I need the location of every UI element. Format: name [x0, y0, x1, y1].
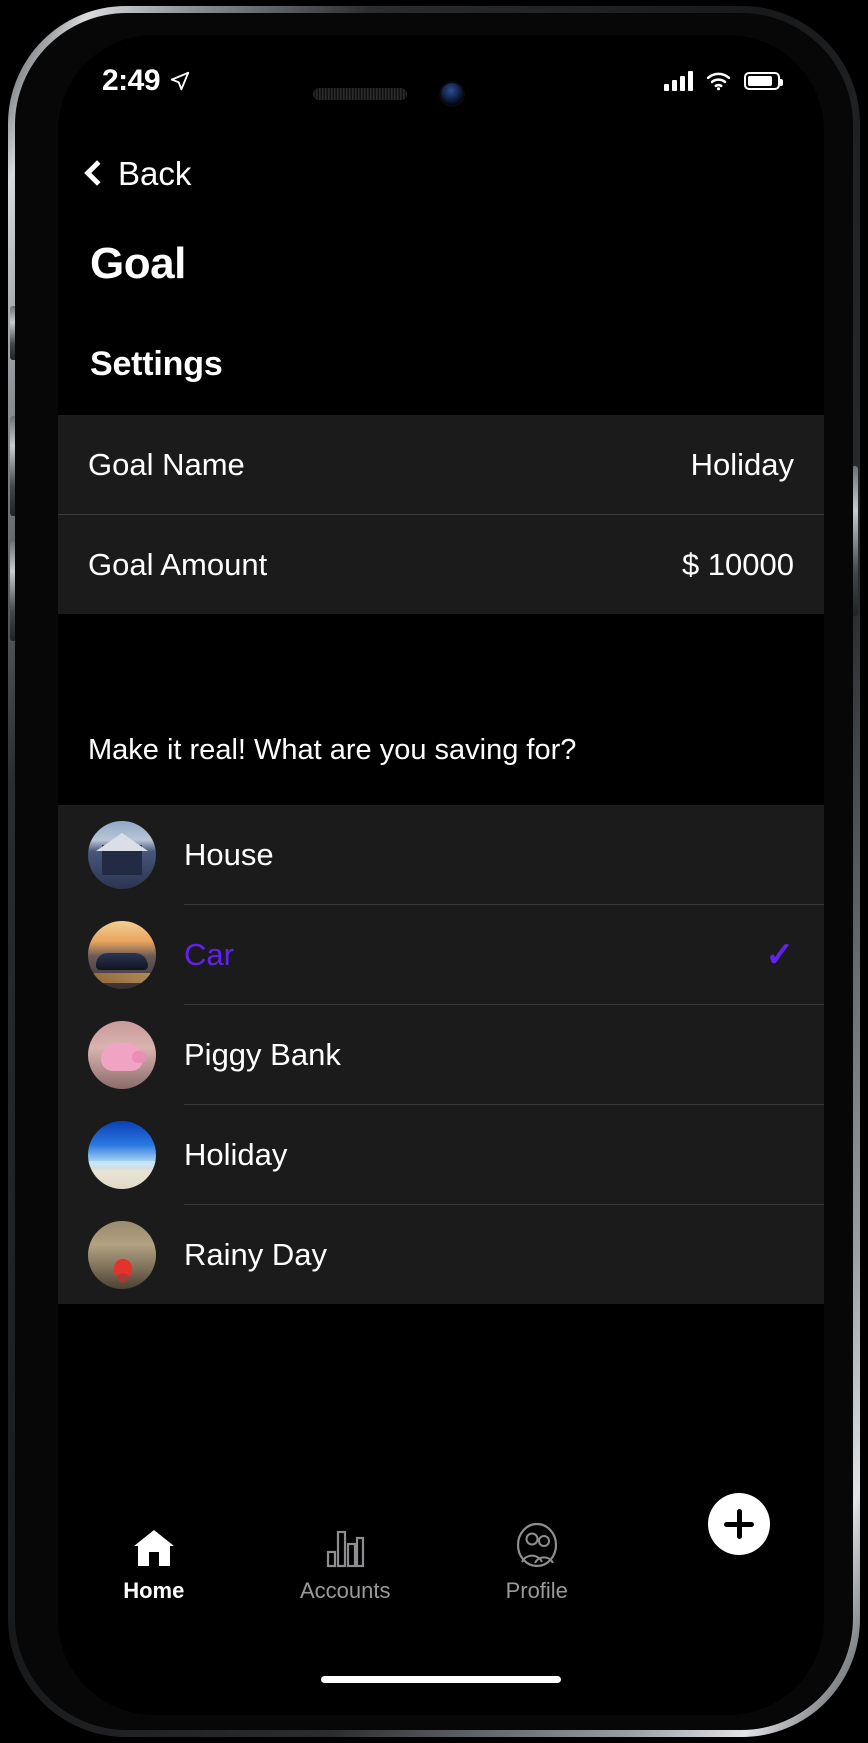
- list-item[interactable]: House: [58, 805, 824, 904]
- back-button[interactable]: Back: [84, 155, 192, 193]
- goal-name-label: Goal Name: [88, 446, 245, 482]
- add-button[interactable]: [708, 1493, 770, 1555]
- tab-accounts-label: Accounts: [300, 1578, 391, 1603]
- house-avatar: [88, 820, 156, 889]
- check-icon: ✓: [765, 935, 795, 974]
- wifi-icon: [706, 72, 731, 90]
- phone-screen: 2:49 Back Goal Settings Goal Name Holida…: [58, 35, 824, 1715]
- chevron-left-icon: [84, 160, 110, 186]
- tab-profile-label: Profile: [505, 1578, 568, 1603]
- goal-amount-label: Goal Amount: [88, 546, 268, 582]
- back-button-label: Back: [118, 155, 192, 192]
- status-bar-right: [664, 71, 783, 91]
- goal-name-value[interactable]: Holiday: [691, 447, 794, 483]
- list-item-label: Rainy Day: [184, 1236, 327, 1272]
- tab-home[interactable]: Home: [58, 1522, 250, 1604]
- car-avatar: [88, 920, 156, 989]
- plus-icon-vertical: [736, 1509, 742, 1539]
- screen-content: Back Goal Settings Goal Name Holiday Goa…: [58, 35, 824, 1715]
- location-arrow-icon: [170, 71, 190, 91]
- device-bezel: 2:49 Back Goal Settings Goal Name Holida…: [15, 13, 853, 1730]
- list-item-label: Piggy Bank: [184, 1036, 341, 1072]
- page-title: Goal: [90, 239, 186, 288]
- home-indicator[interactable]: [321, 1676, 561, 1683]
- settings-row-goal-name[interactable]: Goal Name Holiday: [58, 415, 824, 514]
- list-item[interactable]: Car ✓: [58, 905, 824, 1004]
- rainy-day-avatar: [88, 1220, 156, 1289]
- status-clock: 2:49: [102, 64, 161, 97]
- holiday-beach-avatar: [88, 1120, 156, 1189]
- tab-profile[interactable]: Profile: [441, 1522, 633, 1604]
- front-camera-icon: [441, 83, 463, 105]
- settings-card: Goal Name Holiday Goal Amount $ 10000: [58, 415, 824, 614]
- goal-image-list: House Car ✓ Piggy Bank Holiday Rainy Day: [58, 805, 824, 1304]
- list-item-label: Holiday: [184, 1136, 288, 1172]
- tab-home-label: Home: [123, 1578, 185, 1603]
- people-icon: [515, 1522, 559, 1568]
- tab-accounts[interactable]: Accounts: [250, 1522, 442, 1604]
- settings-section-title: Settings: [90, 345, 223, 383]
- phone-device-frame: 2:49 Back Goal Settings Goal Name Holida…: [8, 6, 860, 1737]
- piggy-bank-avatar: [88, 1020, 156, 1089]
- list-item-label: Car: [184, 936, 234, 972]
- status-bar-left: 2:49: [102, 64, 191, 98]
- settings-row-goal-amount[interactable]: Goal Amount $ 10000: [58, 515, 824, 614]
- list-item[interactable]: Rainy Day: [58, 1205, 824, 1304]
- home-icon: [132, 1522, 176, 1568]
- bar-chart-icon: [325, 1522, 365, 1568]
- list-item[interactable]: Holiday: [58, 1105, 824, 1204]
- cellular-signal-icon: [664, 71, 693, 91]
- battery-icon: [744, 72, 783, 90]
- list-item-label: House: [184, 836, 274, 872]
- goal-amount-value[interactable]: $ 10000: [682, 547, 794, 583]
- helper-text: Make it real! What are you saving for?: [88, 734, 577, 766]
- list-item[interactable]: Piggy Bank: [58, 1005, 824, 1104]
- earpiece-speaker: [313, 88, 407, 100]
